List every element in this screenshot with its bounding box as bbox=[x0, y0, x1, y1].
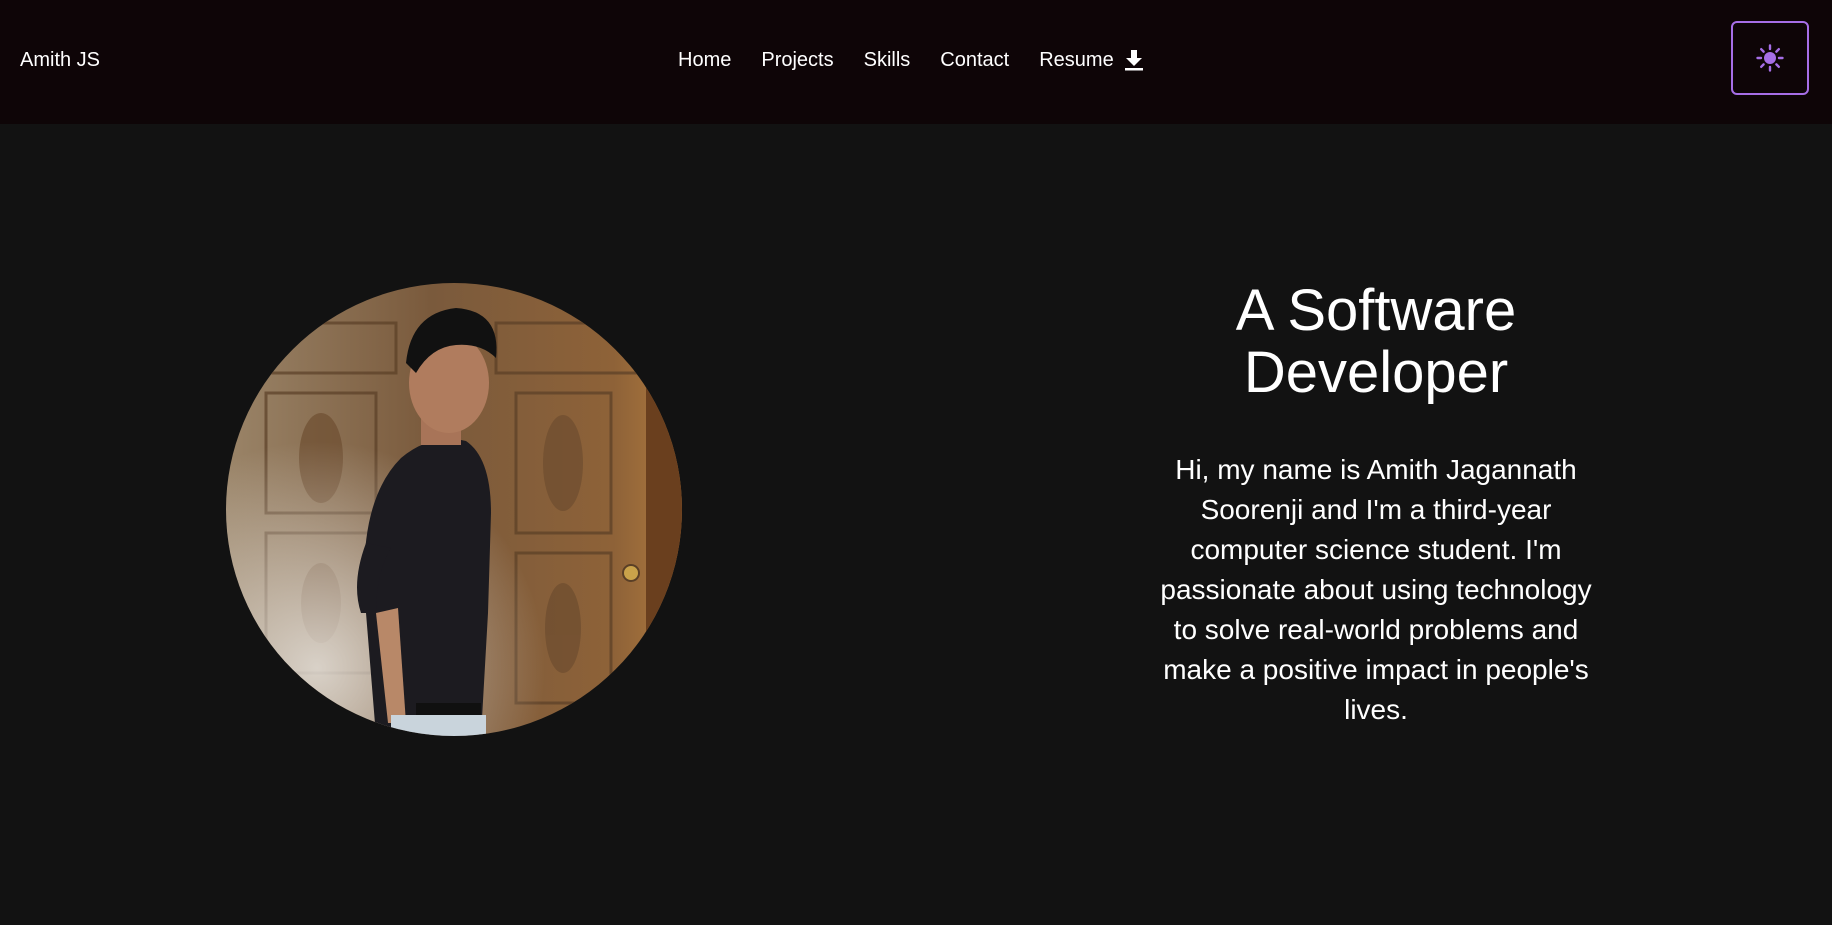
brand-logo-text[interactable]: Amith JS bbox=[20, 48, 100, 72]
hero-bio: Hi, my name is Amith Jagannath Soorenji … bbox=[1160, 454, 1592, 725]
nav-link-resume-label: Resume bbox=[1039, 49, 1114, 71]
nav-links: Home Projects Skills Contact Resume bbox=[678, 47, 1144, 73]
hero-text: A Software Developer Hi, my name is Amit… bbox=[1126, 280, 1626, 730]
nav-link-contact[interactable]: Contact bbox=[940, 48, 1009, 72]
nav-link-resume[interactable]: Resume bbox=[1039, 48, 1143, 72]
nav-link-home[interactable]: Home bbox=[678, 48, 731, 72]
hero-title: A Software Developer bbox=[1235, 278, 1517, 405]
portrait-image bbox=[226, 283, 682, 736]
profile-photo bbox=[226, 283, 682, 736]
nav-link-skills[interactable]: Skills bbox=[864, 48, 911, 72]
nav-link-projects[interactable]: Projects bbox=[761, 48, 833, 72]
theme-toggle-button[interactable] bbox=[1731, 21, 1809, 95]
navbar: Amith JS Home Projects Skills Contact Re… bbox=[0, 0, 1832, 124]
sun-icon bbox=[1756, 44, 1784, 72]
download-icon bbox=[1124, 50, 1143, 71]
